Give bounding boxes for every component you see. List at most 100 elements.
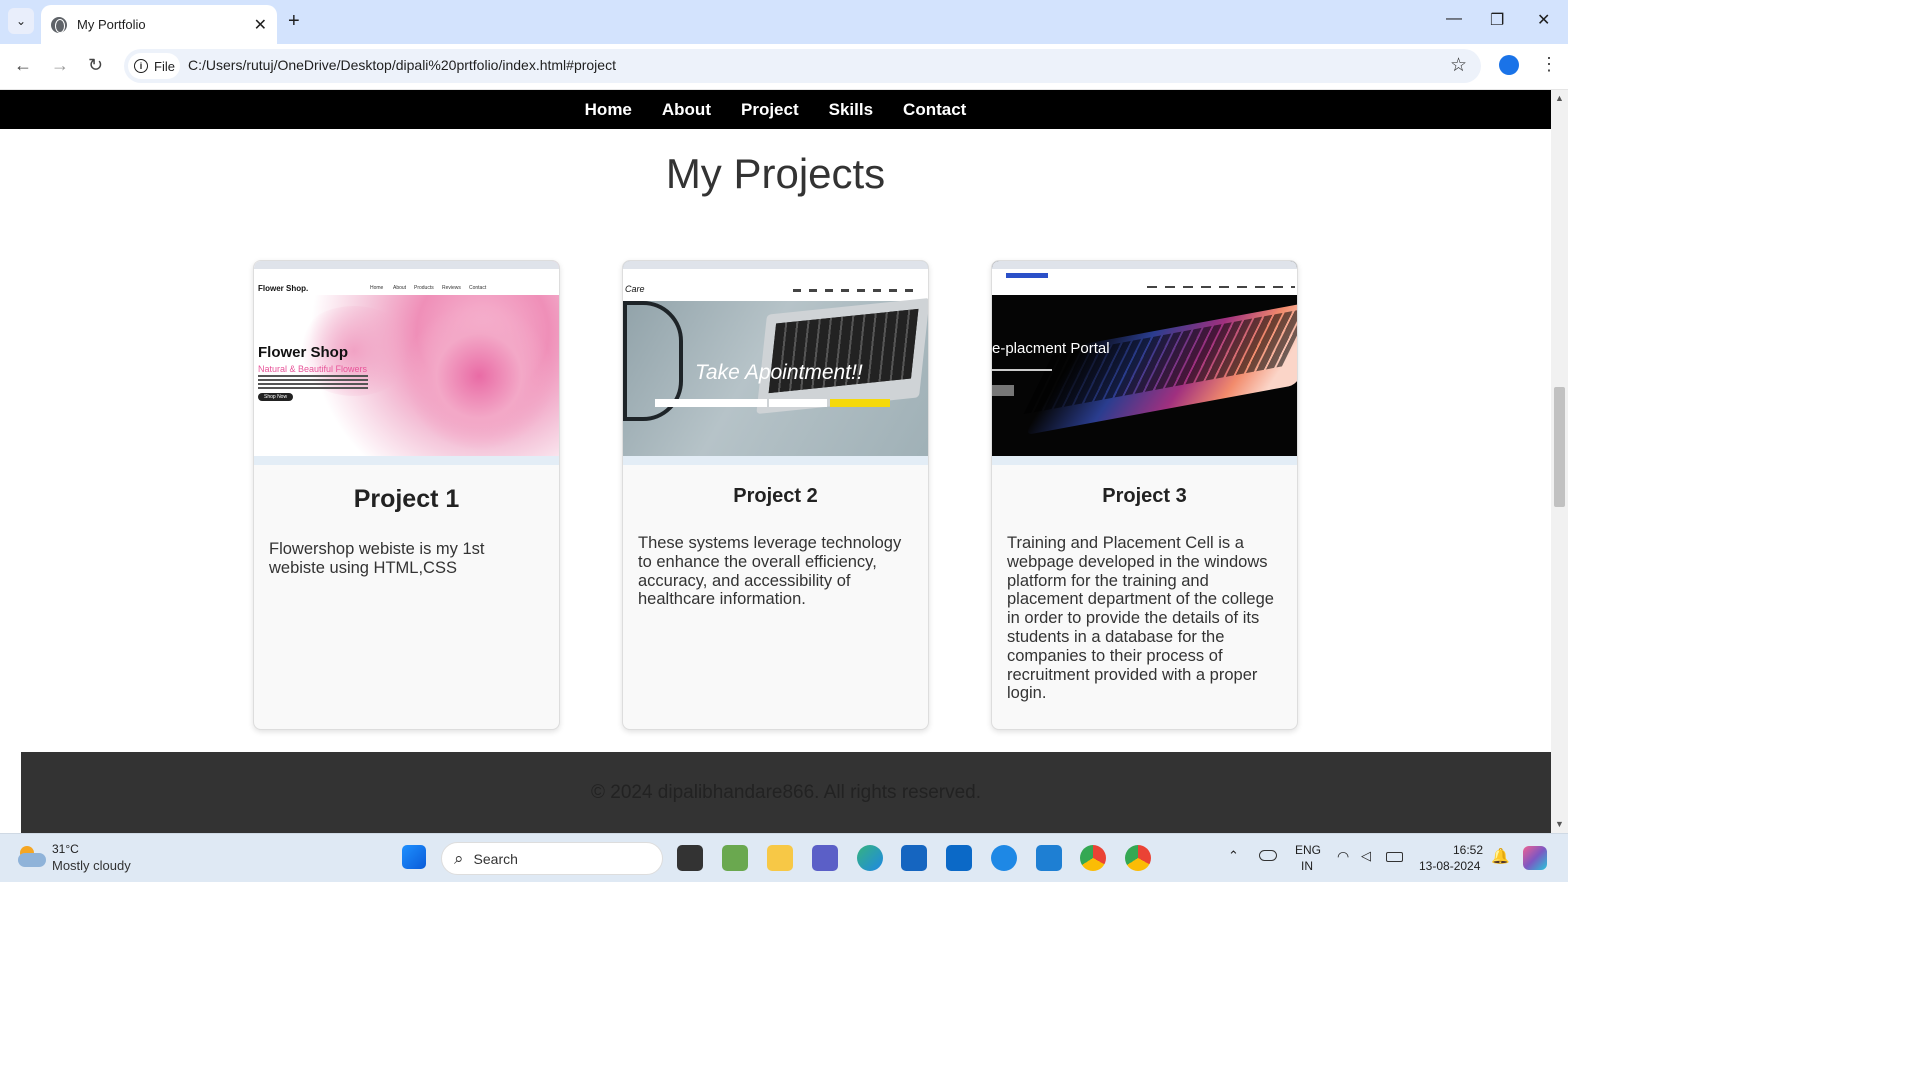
- thumb-browser-bar: [992, 261, 1297, 269]
- thumb-menu-4: Reviews: [442, 285, 461, 291]
- page-scrollbar[interactable]: ▲ ▼: [1551, 90, 1568, 833]
- vscode-icon[interactable]: [1036, 845, 1062, 871]
- address-bar[interactable]: i File C:/Users/rutuj/OneDrive/Desktop/d…: [124, 49, 1481, 83]
- edge-icon[interactable]: [857, 845, 883, 871]
- thumb-menu-2: About: [393, 285, 407, 291]
- project-1-description: Flowershop webiste is my 1st webiste usi…: [269, 540, 485, 577]
- footer-copyright: © 2024 dipalibhandare866. All rights res…: [590, 782, 982, 803]
- chrome-icon[interactable]: [1080, 845, 1106, 871]
- close-tab-icon[interactable]: ✕: [254, 15, 267, 35]
- nav-home[interactable]: Home: [585, 100, 632, 120]
- thumb-hero-sub: [992, 369, 1052, 371]
- section-title: My Projects: [665, 150, 886, 197]
- thumb-hero-title: Flower Shop: [258, 344, 348, 361]
- restore-icon[interactable]: ❐: [1490, 10, 1504, 30]
- thumb-browser-bar: [623, 261, 928, 269]
- nav-about[interactable]: About: [662, 100, 711, 120]
- project-2-screenshot[interactable]: Care Take Apointment!!: [623, 261, 928, 465]
- taskbar-search-label: Search: [473, 850, 518, 867]
- scroll-up-arrow-icon[interactable]: ▲: [1555, 93, 1564, 103]
- project-3-screenshot[interactable]: e-placment Portal: [992, 261, 1297, 465]
- chrome-profile-icon[interactable]: [1125, 845, 1151, 871]
- store-icon[interactable]: [901, 845, 927, 871]
- thumb-hero-button: [992, 385, 1014, 396]
- file-explorer-icon[interactable]: [767, 845, 793, 871]
- menu-kebab-icon[interactable]: ⋮: [1540, 54, 1558, 75]
- volume-icon[interactable]: ◁: [1361, 848, 1371, 864]
- thumb-hero-title: e-placment Portal: [992, 340, 1110, 357]
- teams-icon[interactable]: [812, 845, 838, 871]
- project-card-1: Flower Shop. Home About Products Reviews…: [253, 260, 560, 730]
- project-2-description: These systems leverage technology to enh…: [638, 534, 902, 609]
- windows-start-icon[interactable]: [402, 845, 426, 869]
- tab-title: My Portfolio: [77, 17, 146, 32]
- site-navbar: Home About Project Skills Contact: [0, 90, 1551, 129]
- browser-tab-strip: ⌄ My Portfolio ✕ + — ❐ ✕: [0, 0, 1568, 44]
- clock-time[interactable]: 16:52: [1453, 843, 1483, 857]
- thumb-hero-title: Take Apointment!!: [695, 361, 863, 384]
- back-arrow-icon[interactable]: ←: [14, 55, 32, 76]
- project-1-screenshot[interactable]: Flower Shop. Home About Products Reviews…: [254, 261, 559, 465]
- app-icon-photos[interactable]: [722, 845, 748, 871]
- project-3-description: Training and Placement Cell is a webpage…: [1007, 534, 1274, 703]
- tray-overflow-chevron-icon[interactable]: ⌃: [1228, 848, 1239, 864]
- site-footer: © 2024 dipalibhandare866. All rights res…: [21, 752, 1551, 833]
- thumb-menu-5: Contact: [469, 285, 487, 291]
- help-icon[interactable]: [991, 845, 1017, 871]
- thumb-taskbar: [254, 456, 559, 465]
- thumb-brand: Flower Shop.: [258, 284, 309, 293]
- project-card-2: Care Take Apointment!! Project 2 These s…: [622, 260, 929, 730]
- thumb-laptop: [756, 297, 928, 415]
- battery-icon[interactable]: [1386, 852, 1403, 862]
- weather-description[interactable]: Mostly cloudy: [52, 858, 131, 873]
- weather-cloudy-icon[interactable]: [18, 846, 46, 868]
- close-window-icon[interactable]: ✕: [1537, 10, 1550, 30]
- task-view-icon[interactable]: [677, 845, 703, 871]
- nav-skills[interactable]: Skills: [829, 100, 873, 120]
- thumb-hero-text: [258, 375, 368, 389]
- onedrive-cloud-icon[interactable]: [1259, 850, 1277, 861]
- thumb-hero-sub: Natural & Beautiful Flowers: [258, 364, 368, 374]
- copilot-icon[interactable]: [1523, 846, 1547, 870]
- thumb-submit: [830, 399, 890, 407]
- language-code[interactable]: ENG: [1295, 843, 1321, 857]
- thumb-flowers: [404, 301, 554, 451]
- project-3-title: Project 3: [1102, 485, 1187, 507]
- tab-my-portfolio[interactable]: My Portfolio ✕: [41, 5, 277, 44]
- chevron-down-icon: ⌄: [15, 14, 27, 28]
- project-card-3: e-placment Portal Project 3 Training and…: [991, 260, 1298, 730]
- project-2-title: Project 2: [733, 485, 818, 507]
- weather-temperature[interactable]: 31°C: [52, 842, 79, 856]
- thumb-shop-button: Shop Now: [258, 393, 294, 401]
- reload-icon[interactable]: ↻: [88, 55, 103, 76]
- search-icon: ⌕: [454, 848, 464, 868]
- site-info-chip[interactable]: i File: [128, 53, 180, 79]
- browser-toolbar: ← → ↻ i File C:/Users/rutuj/OneDrive/Des…: [0, 44, 1568, 90]
- scrollbar-thumb[interactable]: [1554, 387, 1565, 507]
- page-viewport: Home About Project Skills Contact My Pro…: [0, 90, 1551, 833]
- thumb-input-1: [655, 399, 767, 407]
- windows-taskbar: 31°C Mostly cloudy ⌕ Search ⌃ ENG IN ◠ ◁…: [0, 833, 1568, 882]
- nav-contact[interactable]: Contact: [903, 100, 966, 120]
- bookmark-star-icon[interactable]: ☆: [1450, 54, 1467, 77]
- thumb-taskbar: [992, 456, 1297, 465]
- clock-date[interactable]: 13-08-2024: [1419, 859, 1480, 873]
- nav-project[interactable]: Project: [741, 100, 799, 120]
- taskbar-search[interactable]: ⌕ Search: [441, 842, 663, 875]
- new-tab-button[interactable]: +: [288, 10, 300, 33]
- wifi-icon[interactable]: ◠: [1337, 848, 1349, 865]
- notification-bell-icon[interactable]: 🔔: [1491, 847, 1510, 865]
- forward-arrow-icon[interactable]: →: [51, 55, 69, 76]
- scheme-label: File: [154, 58, 175, 74]
- profile-avatar-icon[interactable]: [1499, 55, 1519, 75]
- tab-search-button[interactable]: ⌄: [8, 8, 34, 34]
- thumb-header: [623, 269, 928, 301]
- myhp-icon[interactable]: [946, 845, 972, 871]
- url-text[interactable]: C:/Users/rutuj/OneDrive/Desktop/dipali%2…: [188, 57, 616, 73]
- minimize-icon[interactable]: —: [1446, 10, 1462, 28]
- scroll-down-arrow-icon[interactable]: ▼: [1555, 819, 1564, 829]
- thumb-brand: Care: [625, 284, 645, 294]
- globe-icon: [51, 16, 67, 33]
- language-region[interactable]: IN: [1301, 859, 1313, 873]
- thumb-menu-3: Products: [414, 285, 434, 291]
